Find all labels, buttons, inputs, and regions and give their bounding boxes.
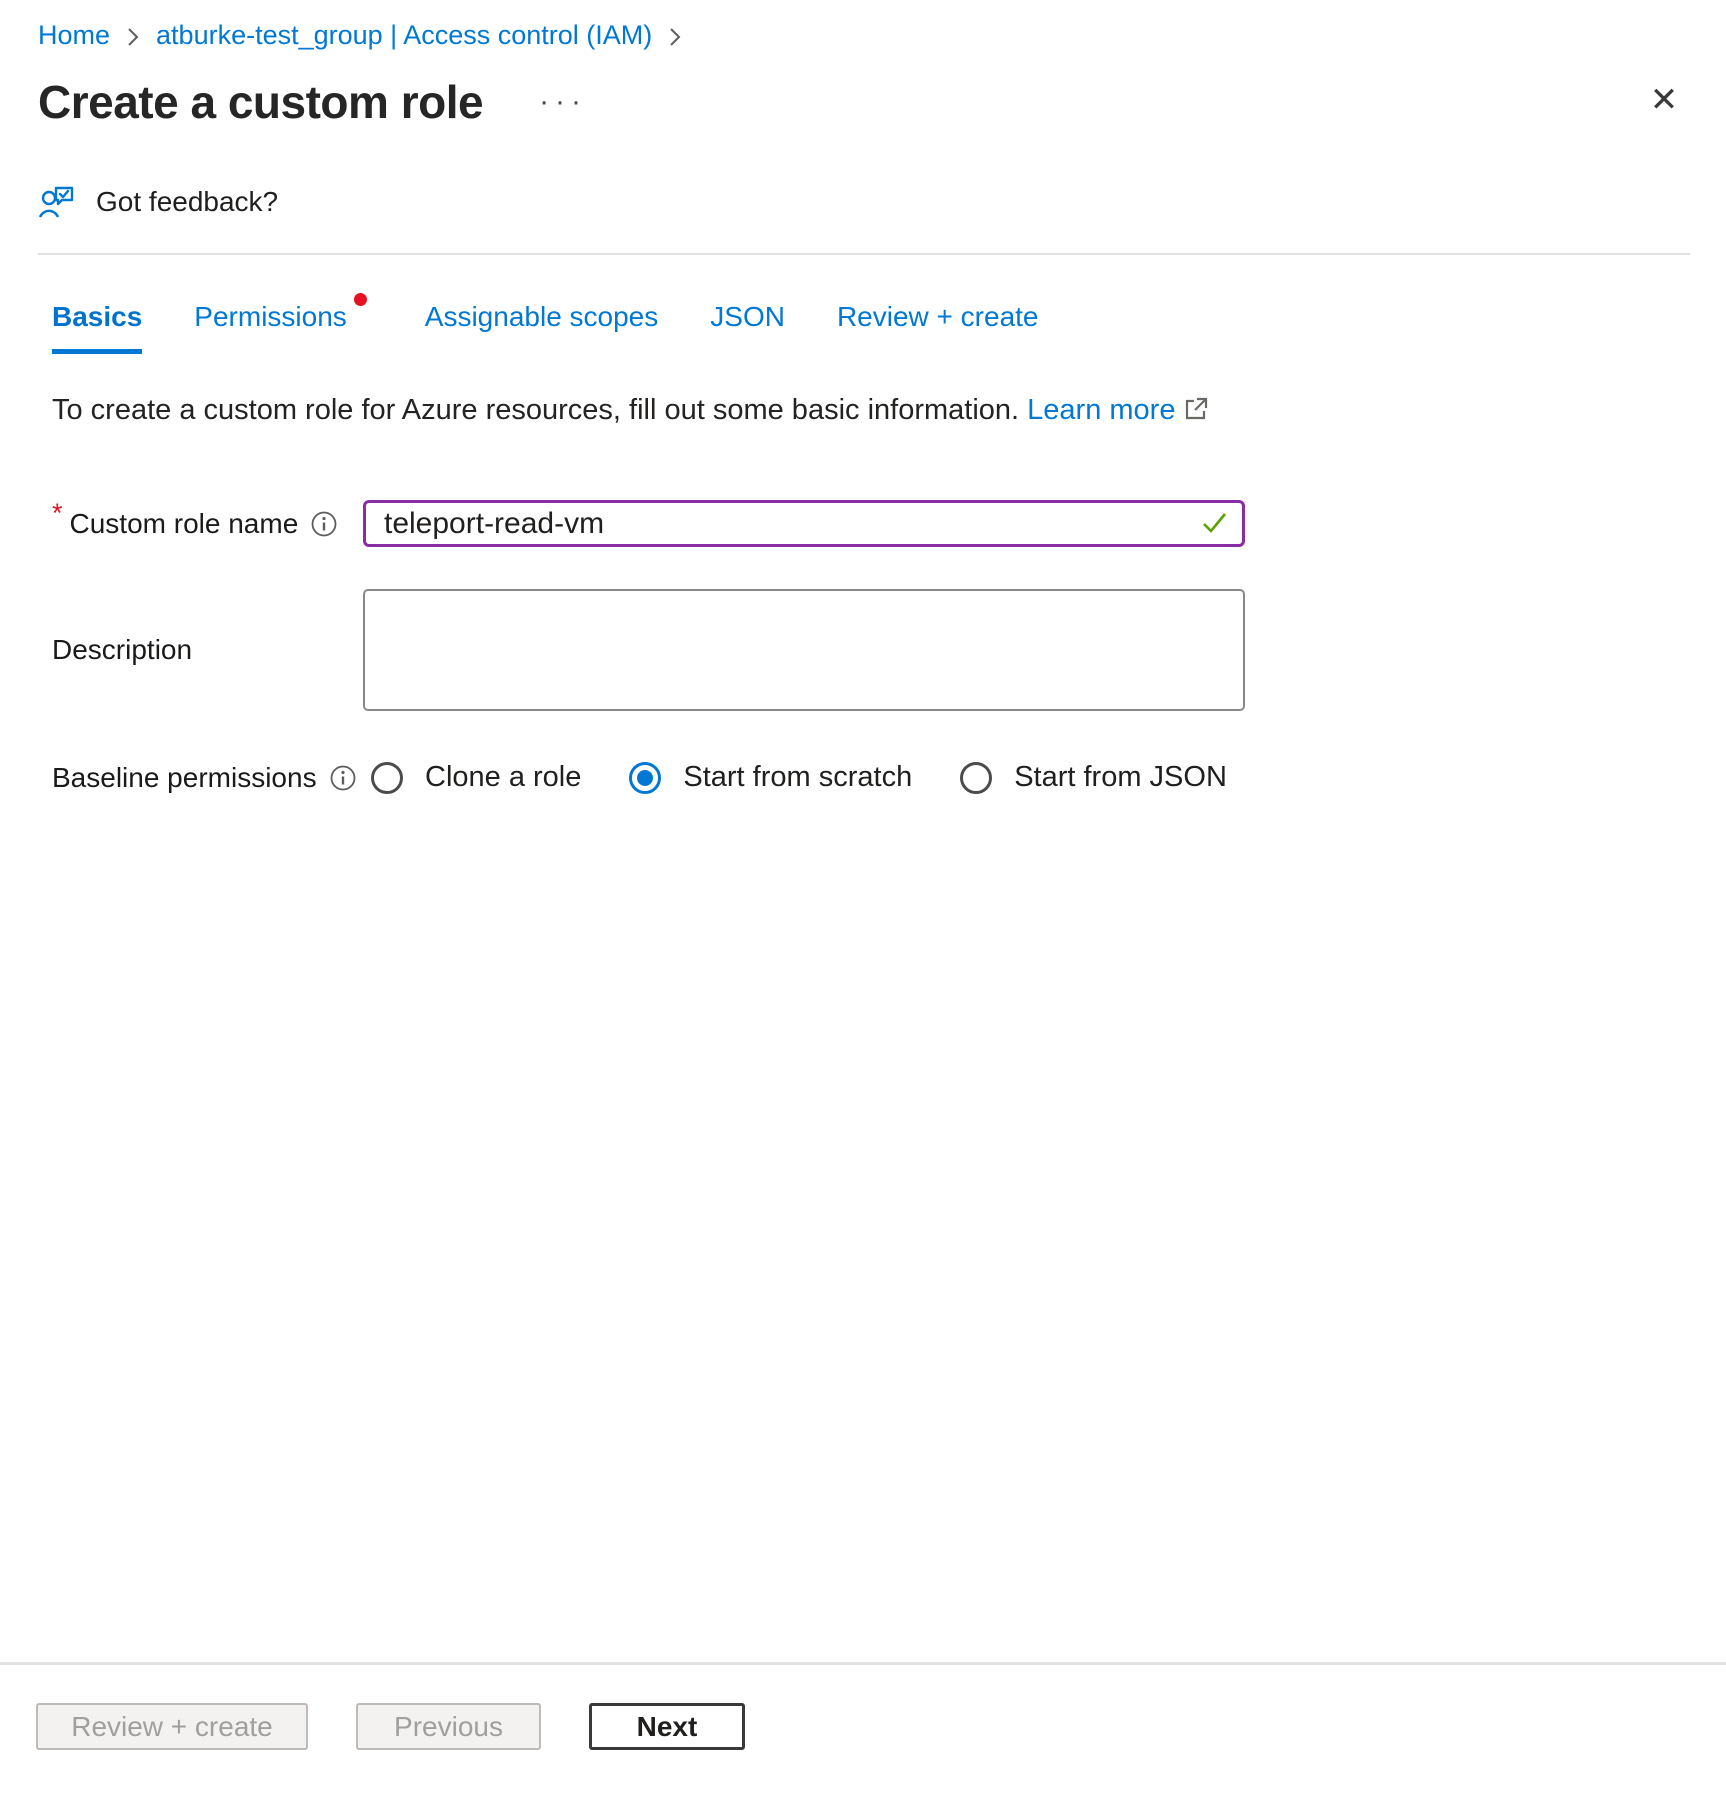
close-icon[interactable]: ✕ <box>1642 78 1686 122</box>
got-feedback-label: Got feedback? <box>96 186 278 218</box>
description-textarea[interactable] <box>363 589 1245 711</box>
radio-circle-icon <box>371 762 403 794</box>
valid-check-icon <box>1199 509 1229 542</box>
info-icon[interactable] <box>329 764 357 792</box>
description-label-text: Description <box>52 634 192 666</box>
custom-role-name-input[interactable] <box>363 500 1245 547</box>
alert-dot-icon <box>354 293 367 306</box>
baseline-permissions-radio-group: Clone a role Start from scratch Start fr… <box>363 761 1245 794</box>
required-marker: * <box>52 498 63 529</box>
review-create-button[interactable]: Review + create <box>36 1703 308 1750</box>
create-custom-role-panel: Home atburke-test_group | Access control… <box>0 0 1726 1800</box>
external-link-icon <box>1183 396 1209 430</box>
page-title: Create a custom role <box>38 75 483 129</box>
breadcrumb: Home atburke-test_group | Access control… <box>0 0 1726 51</box>
custom-role-name-label-text: Custom role name <box>70 508 299 540</box>
description-row: Description <box>36 589 1726 711</box>
baseline-permissions-row: Baseline permissions Clone a role Star <box>36 761 1726 794</box>
baseline-permissions-label-text: Baseline permissions <box>52 762 317 794</box>
tab-permissions[interactable]: Permissions <box>194 301 346 354</box>
feedback-person-icon <box>38 185 76 219</box>
intro-text: To create a custom role for Azure resour… <box>52 394 1690 430</box>
learn-more-link[interactable]: Learn more <box>1027 394 1175 426</box>
radio-circle-icon <box>960 762 992 794</box>
footer-action-bar: Review + create Previous Next <box>0 1662 1726 1800</box>
tab-json[interactable]: JSON <box>710 301 785 354</box>
description-label: Description <box>36 634 363 666</box>
tab-basics[interactable]: Basics <box>52 301 142 354</box>
tab-permissions-label: Permissions <box>194 301 346 332</box>
tab-assignable-scopes[interactable]: Assignable scopes <box>425 301 658 354</box>
radio-circle-icon <box>629 762 661 794</box>
breadcrumb-parent-link[interactable]: atburke-test_group | Access control (IAM… <box>156 20 652 51</box>
info-icon[interactable] <box>310 510 338 538</box>
radio-start-from-json[interactable]: Start from JSON <box>960 761 1227 794</box>
intro-sentence: To create a custom role for Azure resour… <box>52 394 1019 426</box>
radio-label: Start from JSON <box>1014 761 1227 794</box>
next-button[interactable]: Next <box>589 1703 745 1750</box>
tab-bar: Basics Permissions Assignable scopes JSO… <box>52 301 1690 354</box>
breadcrumb-chevron-icon <box>126 25 140 49</box>
radio-start-from-scratch[interactable]: Start from scratch <box>629 761 912 794</box>
breadcrumb-home-link[interactable]: Home <box>38 20 110 51</box>
previous-button[interactable]: Previous <box>356 1703 541 1750</box>
custom-role-name-label: * Custom role name <box>36 508 363 540</box>
radio-clone-a-role[interactable]: Clone a role <box>371 761 581 794</box>
baseline-permissions-label: Baseline permissions <box>36 762 363 794</box>
more-menu-icon[interactable]: ··· <box>539 87 587 117</box>
custom-role-name-row: * Custom role name <box>36 500 1726 547</box>
breadcrumb-chevron-icon <box>668 25 682 49</box>
got-feedback-button[interactable]: Got feedback? <box>38 185 278 219</box>
radio-label: Clone a role <box>425 761 581 794</box>
radio-label: Start from scratch <box>683 761 912 794</box>
tab-review-create[interactable]: Review + create <box>837 301 1039 354</box>
